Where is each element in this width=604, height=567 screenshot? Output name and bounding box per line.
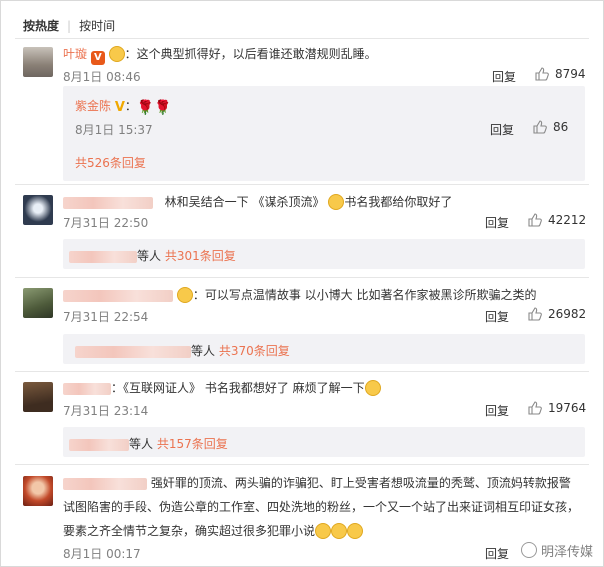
avatar[interactable]: [23, 382, 53, 412]
divider: [15, 184, 589, 185]
sort-by-time-tab[interactable]: 按时间: [79, 19, 115, 33]
divider: [15, 464, 589, 465]
verified-badge-icon: V: [90, 51, 105, 65]
comment-time: 7月31日 22:50: [63, 216, 149, 230]
blurred-user-name: [63, 289, 173, 302]
comment-text: ：可以写点温情故事 以小博大 比如著名作家被黑诊所欺骗之类的: [192, 288, 537, 302]
comment-line: ：《互联网证人》 书名我都想好了 麻烦了解一下: [63, 379, 381, 396]
comment-line: ：可以写点温情故事 以小博大 比如著名作家被黑诊所欺骗之类的: [63, 286, 536, 303]
reply-summary: 等人 共370条回复: [75, 342, 290, 359]
comment-line: 强奸罪的顶流、两头骗的诈骗犯、盯上受害者想吸流量的秃鹫、顶流妈转款报警: [63, 474, 571, 491]
user-name[interactable]: 叶璇: [63, 47, 87, 61]
laugh-emoji-icon: [108, 46, 125, 62]
more-replies-link[interactable]: 共526条回复: [75, 154, 146, 171]
like-button[interactable]: 19764: [528, 401, 586, 415]
comment-text: 林和吴结合一下 《谋杀顶流》: [164, 195, 325, 209]
thumbs-up-icon: [528, 213, 542, 227]
verified-gold-icon: V: [114, 100, 125, 115]
comment-text: ：《互联网证人》 书名我都想好了 麻烦了解一下: [111, 381, 365, 395]
avatar[interactable]: [23, 195, 53, 225]
reply-summary-suffix: 等人: [191, 344, 216, 358]
comment-time: 7月31日 23:14: [63, 404, 149, 418]
avatar[interactable]: [23, 47, 53, 77]
watermark-text: 明泽传媒: [540, 545, 593, 560]
blurred-user-name: [63, 477, 147, 490]
blurred-user-name: [69, 250, 137, 263]
divider: [15, 277, 589, 278]
smile-emoji-icon: [331, 523, 348, 539]
like-count: 42212: [548, 213, 587, 227]
divider: [15, 371, 589, 372]
thumbs-up-icon: [528, 307, 542, 321]
comment-line: 叶璇 V ：这个典型抓得好，以后看谁还敢潜规则乱睡。: [63, 45, 377, 65]
thumbs-up-icon: [528, 401, 542, 415]
reply-summary: 等人 共157条回复: [69, 435, 228, 452]
reply-button[interactable]: 回复: [485, 402, 509, 419]
more-replies-link[interactable]: 共157条回复: [157, 437, 228, 451]
smile-emoji-icon: [315, 523, 332, 539]
reply-summary: 等人 共301条回复: [69, 247, 236, 264]
heart-eyes-emoji-icon: [176, 287, 193, 303]
reply-button[interactable]: 回复: [485, 308, 509, 325]
cat-emoji-icon: [328, 194, 345, 210]
smile-emoji-icon: [347, 523, 364, 539]
rose-icon: 🌹: [136, 100, 155, 116]
comment-line: 紫金陈 V：🌹🌹: [75, 97, 172, 116]
avatar[interactable]: [23, 288, 53, 318]
comment-text-2: 书名我都给你取好了: [344, 195, 453, 209]
sort-by-hot-tab[interactable]: 按热度: [23, 19, 59, 33]
smile-emoji-icon: [364, 380, 381, 396]
blurred-user-name: [69, 438, 129, 451]
comment-line: 要素之齐全情节之复杂，确实超过很多犯罪小说: [63, 522, 364, 539]
watermark: 明泽传媒: [520, 541, 593, 560]
thumbs-up-icon: [535, 67, 549, 81]
like-count: 8794: [555, 67, 586, 81]
sort-bar: 按热度 | 按时间: [23, 17, 115, 34]
blurred-user-name: [63, 196, 153, 209]
reply-summary-suffix: 等人: [129, 437, 154, 451]
user-name[interactable]: 紫金陈: [75, 99, 111, 113]
comment-time: 8月1日 08:46: [63, 70, 141, 84]
comment-text: ：: [124, 99, 137, 113]
like-button[interactable]: 86: [533, 120, 568, 134]
comment-text: 要素之齐全情节之复杂，确实超过很多犯罪小说: [63, 524, 316, 538]
comment-text: 强奸罪的顶流、两头骗的诈骗犯、盯上受害者想吸流量的秃鹫、顶流妈转款报警: [150, 476, 571, 490]
reply-button[interactable]: 回复: [485, 545, 509, 562]
comment-line: 林和吴结合一下 《谋杀顶流》 书名我都给你取好了: [63, 193, 452, 210]
like-button[interactable]: 26982: [528, 307, 586, 321]
blurred-user-name: [75, 345, 191, 358]
rose-icon: 🌹: [154, 100, 172, 116]
comment-time: 7月31日 22:54: [63, 310, 149, 324]
watermark-logo-icon: [520, 542, 537, 558]
reply-button[interactable]: 回复: [490, 121, 514, 138]
reply-summary-suffix: 等人: [137, 249, 162, 263]
divider: [15, 38, 589, 39]
comment-panel: 按热度 | 按时间 叶璇 V ：这个典型抓得好，以后看谁还敢潜规则乱睡。 8月1日 …: [0, 0, 604, 567]
comment-text: ：这个典型抓得好，以后看谁还敢潜规则乱睡。: [124, 47, 377, 61]
reply-button[interactable]: 回复: [485, 214, 509, 231]
like-count: 26982: [548, 307, 587, 321]
avatar[interactable]: [23, 476, 53, 506]
comment-line: 试图陷害的手段、伪造公章的工作室、四处洗地的粉丝，一个又一个站了出来证词相互印证…: [63, 500, 580, 514]
like-button[interactable]: 8794: [535, 67, 586, 81]
comment-time: 8月1日 15:37: [75, 123, 153, 137]
like-count: 19764: [548, 401, 587, 415]
more-replies-link[interactable]: 共301条回复: [165, 249, 236, 263]
sort-separator: |: [67, 19, 72, 33]
like-button[interactable]: 42212: [528, 213, 586, 227]
more-replies-link[interactable]: 共370条回复: [219, 344, 290, 358]
thumbs-up-icon: [533, 120, 547, 134]
reply-button[interactable]: 回复: [492, 68, 516, 85]
comment-time: 8月1日 00:17: [63, 547, 141, 561]
blurred-user-name: [63, 382, 111, 395]
like-count: 86: [553, 120, 569, 134]
